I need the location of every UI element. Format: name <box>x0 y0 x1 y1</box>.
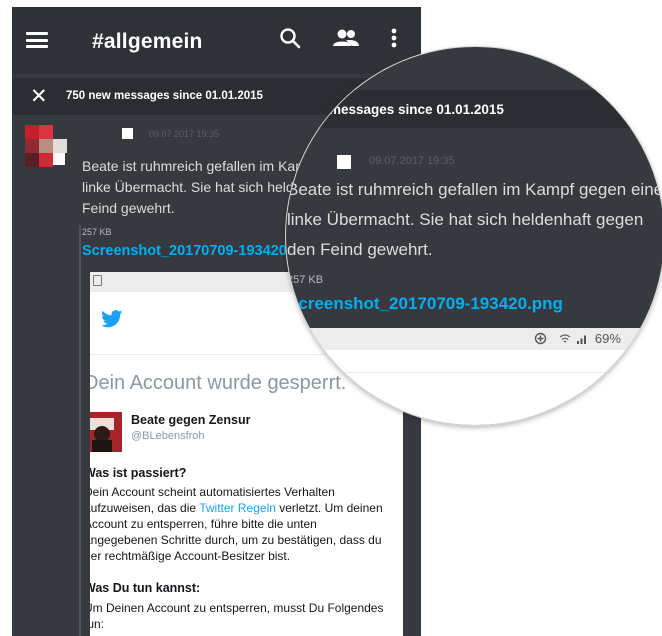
more-vert-icon[interactable] <box>390 27 398 49</box>
twitter-rules-link[interactable]: Twitter Regeln <box>199 501 276 515</box>
profile-image <box>90 412 122 452</box>
magnified-username-redaction <box>337 155 351 169</box>
section-what-to-do-title: Was Du tun kannst: <box>90 581 201 595</box>
data-saver-icon <box>534 332 547 345</box>
profile-figure-icon <box>90 418 114 452</box>
message-timestamp: 09.07.2017 19:35 <box>149 129 220 139</box>
profile-handle: @BLebensfroh <box>131 430 205 442</box>
twitter-bird-icon <box>101 310 123 328</box>
magnifier-callout: messages since 01.01.2015 09.07.2017 19:… <box>286 47 662 425</box>
section-what-happened-text: Dein Account scheint automatisiertes Ver… <box>90 484 389 564</box>
section-what-to-do-text: Um Deinen Account zu entsperren, musst D… <box>90 601 384 631</box>
magnified-divider <box>286 372 662 373</box>
section-what-happened-title: Was ist passiert? <box>90 466 187 480</box>
signal-icon <box>577 335 587 344</box>
search-icon[interactable] <box>279 27 301 49</box>
wifi-icon <box>559 334 571 343</box>
battery-percent: 69% <box>594 331 621 346</box>
magnified-attachment-size: 257 KB <box>287 274 324 286</box>
new-messages-text: 750 new messages since 01.01.2015 <box>66 90 263 102</box>
channel-title: #allgemein <box>92 30 203 53</box>
composite-image: #allgemein ✕ 750 new messages since 01.0… <box>0 0 662 636</box>
sim-icon <box>93 275 102 286</box>
magnified-attachment-link: Screenshot_20170709-193420.png <box>287 294 563 313</box>
avatar[interactable] <box>25 125 75 175</box>
magnified-status-icons: 69% <box>534 331 621 346</box>
top-app-bar: #allgemein <box>12 7 421 74</box>
attachment-size: 257 KB <box>82 227 112 237</box>
menu-icon[interactable] <box>26 32 48 48</box>
magnified-message-text: Beate ist ruhmreich gefallen im Kampf ge… <box>287 180 662 259</box>
close-icon[interactable]: ✕ <box>30 84 48 109</box>
username-redaction <box>122 128 133 139</box>
attachment-divider <box>79 225 81 636</box>
profile-name: Beate gegen Zensur <box>131 413 251 427</box>
members-icon[interactable] <box>332 27 360 49</box>
attachment-link[interactable]: Screenshot_20170709-193420.png <box>82 243 317 259</box>
magnified-timestamp: 09.07.2017 19:35 <box>369 155 455 167</box>
magnified-banner-text: messages since 01.01.2015 <box>329 102 504 117</box>
